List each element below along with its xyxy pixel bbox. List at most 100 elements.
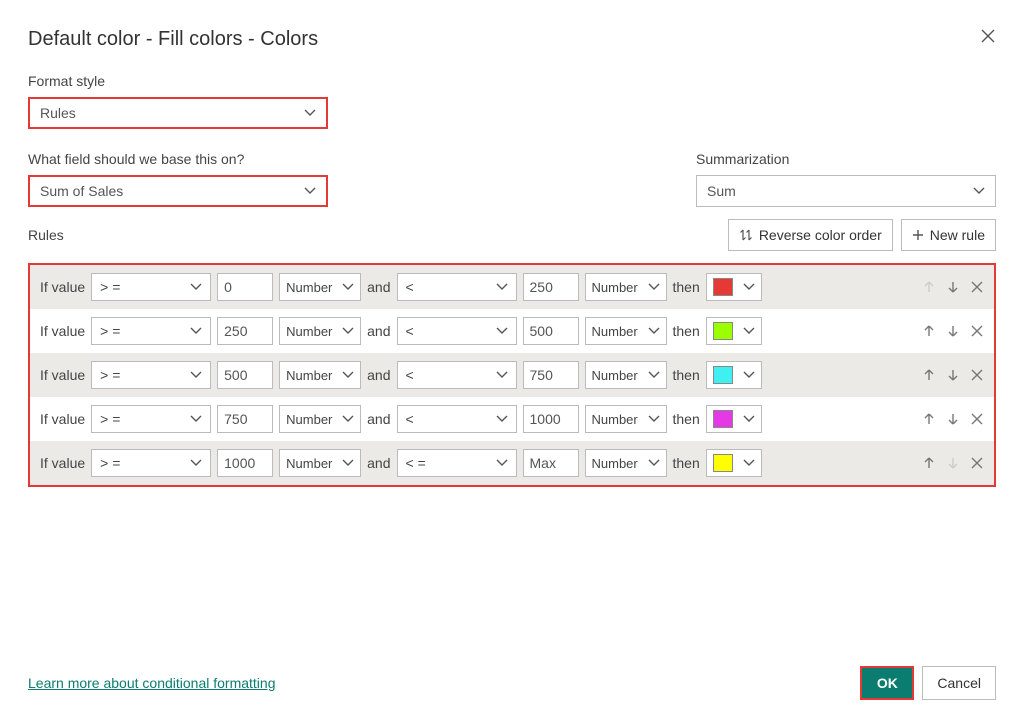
type2-dropdown[interactable]: Number — [585, 449, 667, 477]
chevron-down-icon — [304, 107, 316, 119]
rules-label: Rules — [28, 227, 64, 243]
value2-input[interactable] — [523, 449, 579, 477]
type2-dropdown[interactable]: Number — [585, 361, 667, 389]
chevron-down-icon — [190, 457, 202, 469]
operator1-dropdown[interactable]: > = — [91, 273, 211, 301]
type2-value: Number — [592, 368, 638, 383]
color-dropdown[interactable] — [706, 273, 762, 301]
chevron-down-icon — [496, 457, 508, 469]
if-value-label: If value — [40, 367, 85, 383]
chevron-down-icon — [190, 369, 202, 381]
delete-rule-button[interactable] — [970, 412, 984, 426]
move-up-button[interactable] — [922, 324, 936, 338]
value2-input[interactable] — [523, 273, 579, 301]
operator2-dropdown[interactable]: < = — [397, 449, 517, 477]
type1-dropdown[interactable]: Number — [279, 449, 361, 477]
swap-icon — [739, 228, 753, 242]
chevron-down-icon — [648, 369, 660, 381]
base-field-label: What field should we base this on? — [28, 151, 328, 167]
dialog-title: Default color - Fill colors - Colors — [28, 28, 996, 51]
delete-rule-button[interactable] — [970, 368, 984, 382]
move-down-button[interactable] — [946, 412, 960, 426]
move-down-button[interactable] — [946, 280, 960, 294]
type2-dropdown[interactable]: Number — [585, 405, 667, 433]
chevron-down-icon — [342, 325, 354, 337]
type1-dropdown[interactable]: Number — [279, 361, 361, 389]
move-up-button[interactable] — [922, 368, 936, 382]
type1-dropdown[interactable]: Number — [279, 273, 361, 301]
then-label: then — [673, 279, 700, 295]
value1-input[interactable] — [217, 273, 273, 301]
operator2-value: < — [406, 411, 414, 427]
arrow-down-icon — [946, 280, 960, 294]
type1-dropdown[interactable]: Number — [279, 405, 361, 433]
operator1-dropdown[interactable]: > = — [91, 449, 211, 477]
color-dropdown[interactable] — [706, 449, 762, 477]
operator1-value: > = — [100, 411, 120, 427]
chevron-down-icon — [496, 325, 508, 337]
arrow-down-icon — [946, 412, 960, 426]
operator2-dropdown[interactable]: < — [397, 273, 517, 301]
ok-button[interactable]: OK — [860, 666, 914, 700]
move-up-button[interactable] — [922, 456, 936, 470]
move-up-button — [922, 280, 936, 294]
value2-input[interactable] — [523, 317, 579, 345]
value1-input[interactable] — [217, 405, 273, 433]
chevron-down-icon — [190, 325, 202, 337]
learn-more-link[interactable]: Learn more about conditional formatting — [28, 675, 275, 691]
move-up-button[interactable] — [922, 412, 936, 426]
color-swatch — [713, 322, 733, 340]
operator2-dropdown[interactable]: < — [397, 317, 517, 345]
chevron-down-icon — [342, 281, 354, 293]
operator2-value: < — [406, 367, 414, 383]
color-dropdown[interactable] — [706, 361, 762, 389]
close-button[interactable] — [980, 28, 996, 44]
operator2-dropdown[interactable]: < — [397, 361, 517, 389]
value1-input[interactable] — [217, 317, 273, 345]
type2-dropdown[interactable]: Number — [585, 317, 667, 345]
delete-rule-button[interactable] — [970, 456, 984, 470]
operator1-dropdown[interactable]: > = — [91, 405, 211, 433]
operator1-dropdown[interactable]: > = — [91, 361, 211, 389]
move-down-button[interactable] — [946, 324, 960, 338]
type1-value: Number — [286, 368, 332, 383]
if-value-label: If value — [40, 279, 85, 295]
type1-value: Number — [286, 412, 332, 427]
type2-dropdown[interactable]: Number — [585, 273, 667, 301]
type2-value: Number — [592, 456, 638, 471]
delete-rule-button[interactable] — [970, 280, 984, 294]
delete-icon — [970, 280, 984, 294]
summarization-dropdown[interactable]: Sum — [696, 175, 996, 207]
operator2-value: < — [406, 323, 414, 339]
move-down-button[interactable] — [946, 368, 960, 382]
color-dropdown[interactable] — [706, 317, 762, 345]
format-style-dropdown[interactable]: Rules — [28, 97, 328, 129]
delete-icon — [970, 368, 984, 382]
color-dropdown[interactable] — [706, 405, 762, 433]
color-swatch — [713, 410, 733, 428]
chevron-down-icon — [342, 369, 354, 381]
operator1-dropdown[interactable]: > = — [91, 317, 211, 345]
type1-dropdown[interactable]: Number — [279, 317, 361, 345]
operator2-value: < — [406, 279, 414, 295]
value1-input[interactable] — [217, 449, 273, 477]
delete-icon — [970, 456, 984, 470]
value1-input[interactable] — [217, 361, 273, 389]
chevron-down-icon — [342, 413, 354, 425]
operator2-dropdown[interactable]: < — [397, 405, 517, 433]
new-rule-button[interactable]: New rule — [901, 219, 996, 251]
type2-value: Number — [592, 412, 638, 427]
delete-rule-button[interactable] — [970, 324, 984, 338]
arrow-down-icon — [946, 324, 960, 338]
and-label: and — [367, 455, 390, 471]
type1-value: Number — [286, 280, 332, 295]
base-field-dropdown[interactable]: Sum of Sales — [28, 175, 328, 207]
reverse-color-order-button[interactable]: Reverse color order — [728, 219, 893, 251]
cancel-button[interactable]: Cancel — [922, 666, 996, 700]
value2-input[interactable] — [523, 405, 579, 433]
then-label: then — [673, 455, 700, 471]
chevron-down-icon — [743, 369, 755, 381]
value2-input[interactable] — [523, 361, 579, 389]
operator1-value: > = — [100, 367, 120, 383]
type2-value: Number — [592, 324, 638, 339]
